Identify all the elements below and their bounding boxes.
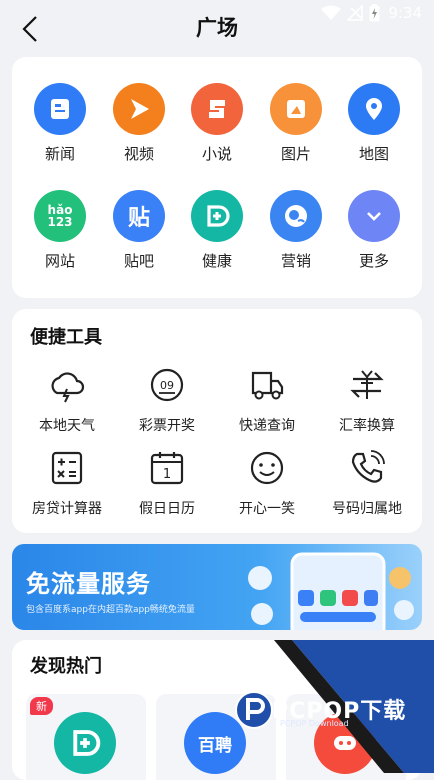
smile-icon (250, 451, 284, 485)
tool-calendar[interactable]: 1 假日日历 (117, 448, 217, 518)
exchange-rate-icon (350, 370, 384, 399)
tool-lottery[interactable]: 09 彩票开奖 (117, 365, 217, 435)
chevron-down-icon (348, 190, 400, 242)
weather-icon (51, 372, 85, 403)
tool-joke[interactable]: 开心一笑 (217, 448, 317, 518)
news-icon (34, 83, 86, 135)
app-news[interactable]: 新闻 (21, 83, 99, 164)
banner-title: 免流量服务 (26, 570, 151, 598)
app-video[interactable]: 视频 (100, 83, 178, 164)
app-label: 网站 (44, 252, 75, 270)
tool-label: 彩票开奖 (139, 418, 195, 434)
tool-label: 开心一笑 (239, 501, 295, 517)
tool-label: 快递查询 (239, 418, 295, 434)
tool-label: 假日日历 (139, 501, 195, 517)
tool-weather[interactable]: 本地天气 (17, 365, 117, 435)
app-novel[interactable]: 小说 (178, 83, 256, 164)
app-label: 视频 (123, 145, 154, 163)
hao123-icon: hǎo 123 (34, 190, 86, 242)
app-health[interactable]: 健康 (178, 190, 256, 271)
app-images[interactable]: 图片 (257, 83, 335, 164)
banner-subtitle: 包含百度系app在内超百款app畅统免流量 (26, 605, 195, 615)
app-label: 地图 (358, 145, 389, 163)
tool-phone-location[interactable]: 号码归属地 (317, 448, 417, 518)
app-label: 小说 (201, 145, 232, 163)
app-label: 图片 (280, 145, 311, 163)
tool-delivery[interactable]: 快递查询 (217, 365, 317, 435)
video-play-icon (113, 83, 165, 135)
tool-calculator[interactable]: 房贷计算器 (17, 448, 117, 518)
tool-label: 本地天气 (39, 418, 95, 434)
marketing-icon (270, 190, 322, 242)
app-label: 贴吧 (123, 252, 154, 270)
map-pin-icon (348, 83, 400, 135)
tools-card: 便捷工具 本地天气 09 彩票开奖 快递查询 汇率换算 房贷计算器 1 假日日历… (12, 309, 422, 533)
watermark-subtitle: PCPOP Download (280, 719, 349, 728)
tieba-icon: 贴 (113, 190, 165, 242)
tool-exchange[interactable]: 汇率换算 (317, 365, 417, 435)
lottery-icon: 09 (150, 368, 184, 402)
app-websites[interactable]: hǎo 123 网站 (21, 190, 99, 271)
app-label: 更多 (358, 252, 389, 270)
pcpop-logo-icon (235, 691, 273, 729)
app-map[interactable]: 地图 (335, 83, 413, 164)
phone-icon (351, 450, 385, 483)
section-title: 便捷工具 (30, 327, 102, 348)
svg-text:09: 09 (160, 379, 174, 392)
page-header: 广场 (0, 0, 434, 56)
app-more[interactable]: 更多 (335, 190, 413, 271)
page-title: 广场 (196, 16, 238, 40)
svg-text:1: 1 (163, 467, 171, 482)
app-label: 营销 (280, 252, 311, 270)
health-icon (54, 712, 116, 774)
calendar-icon: 1 (150, 452, 184, 485)
app-label: 健康 (201, 252, 232, 270)
new-badge: 新 (30, 697, 53, 715)
app-tieba[interactable]: 贴 贴吧 (100, 190, 178, 271)
novel-icon (191, 83, 243, 135)
tool-label: 号码归属地 (332, 501, 402, 517)
delivery-truck-icon (251, 371, 284, 400)
app-label: 新闻 (44, 145, 75, 163)
tool-label: 房贷计算器 (32, 501, 102, 517)
free-data-banner[interactable]: 免流量服务 包含百度系app在内超百款app畅统免流量 (12, 544, 422, 630)
apps-card: 新闻 视频 小说 图片 地图 hǎo 123 网站 贴 贴吧 健康 营销 更多 (12, 57, 422, 298)
section-title: 发现热门 (30, 656, 102, 677)
app-marketing[interactable]: 营销 (257, 190, 335, 271)
health-icon (191, 190, 243, 242)
image-icon (270, 83, 322, 135)
phone-illustration-icon (248, 552, 414, 630)
tool-label: 汇率换算 (339, 418, 395, 434)
calculator-icon (51, 451, 83, 485)
